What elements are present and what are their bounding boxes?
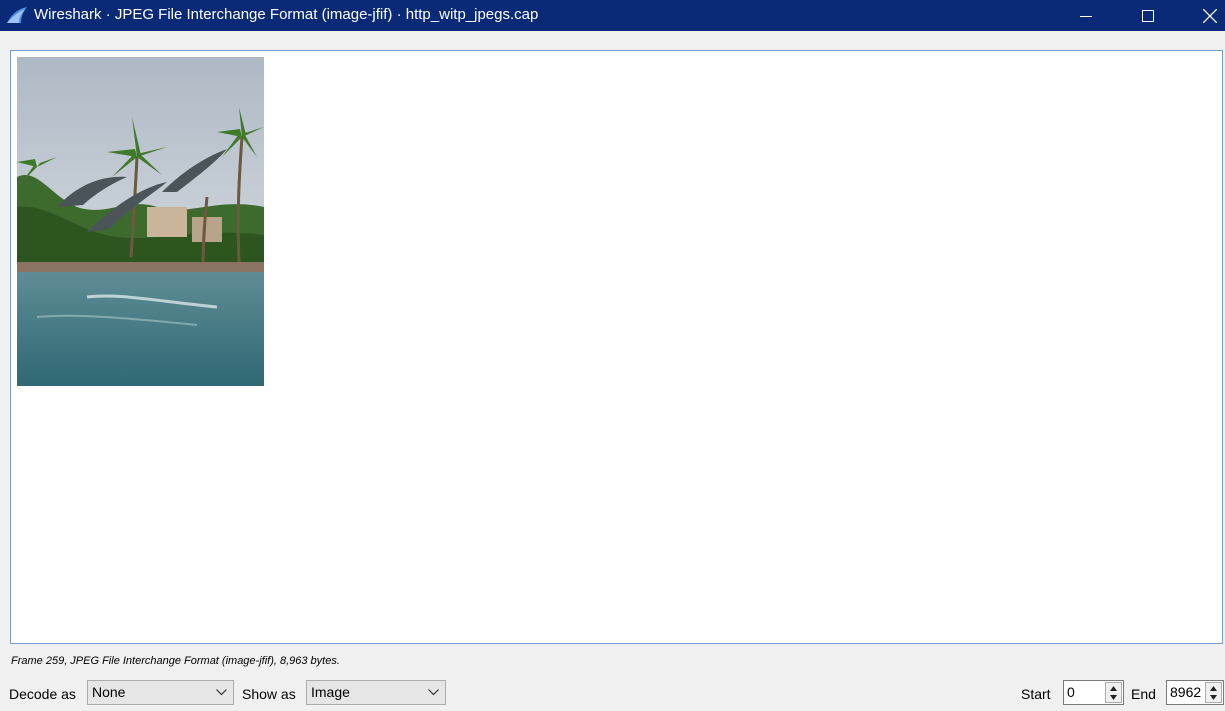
show-as-select[interactable]: Image bbox=[306, 680, 446, 705]
start-spin-buttons[interactable] bbox=[1105, 682, 1122, 703]
end-spin-buttons[interactable] bbox=[1205, 682, 1222, 703]
decode-as-select[interactable]: None bbox=[87, 680, 234, 705]
window-title: Wireshark · JPEG File Interchange Format… bbox=[34, 6, 539, 23]
spin-down-icon[interactable] bbox=[1210, 695, 1217, 700]
spin-up-icon[interactable] bbox=[1110, 686, 1117, 691]
close-icon bbox=[1203, 8, 1217, 23]
chevron-down-icon bbox=[428, 689, 439, 696]
start-spinbox[interactable]: 0 bbox=[1063, 680, 1124, 705]
spin-up-icon[interactable] bbox=[1210, 686, 1217, 691]
show-as-label: Show as bbox=[242, 686, 296, 702]
decode-as-label: Decode as bbox=[9, 686, 76, 702]
start-value: 0 bbox=[1067, 684, 1075, 700]
title-bar: Wireshark · JPEG File Interchange Format… bbox=[0, 0, 1225, 31]
end-spinbox[interactable]: 8962 bbox=[1166, 680, 1224, 705]
end-label: End bbox=[1131, 686, 1156, 702]
image-viewer[interactable] bbox=[10, 50, 1223, 644]
maximize-button[interactable] bbox=[1125, 0, 1171, 31]
spin-down-icon[interactable] bbox=[1110, 695, 1117, 700]
close-button[interactable] bbox=[1187, 0, 1225, 31]
wireshark-fin-icon bbox=[7, 7, 27, 23]
minimize-icon bbox=[1080, 15, 1092, 17]
minimize-button[interactable] bbox=[1063, 0, 1109, 31]
maximize-icon bbox=[1142, 9, 1154, 22]
end-value: 8962 bbox=[1170, 684, 1202, 700]
decode-as-value: None bbox=[92, 684, 126, 700]
start-label: Start bbox=[1021, 686, 1051, 702]
show-as-value: Image bbox=[311, 684, 350, 700]
chevron-down-icon bbox=[216, 689, 227, 696]
jpeg-image bbox=[17, 57, 264, 386]
frame-info: Frame 259, JPEG File Interchange Format … bbox=[11, 655, 340, 667]
